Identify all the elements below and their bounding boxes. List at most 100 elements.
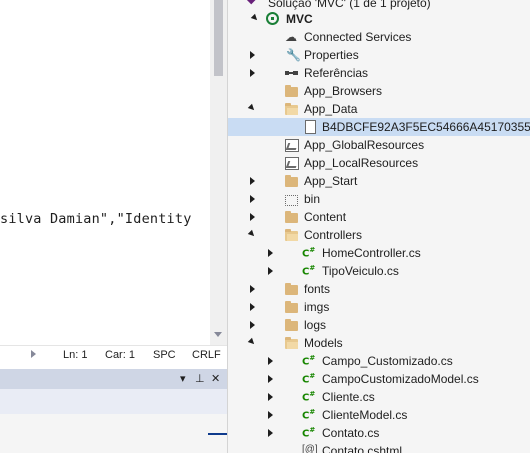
- tree-item[interactable]: C# ClienteModel.cs: [228, 406, 530, 424]
- tree-item-label: ClienteModel.cs: [322, 408, 408, 422]
- collapsed-chevron-icon[interactable]: [250, 51, 255, 59]
- collapsed-chevron-icon[interactable]: [268, 357, 273, 365]
- collapsed-chevron-icon[interactable]: [250, 177, 255, 185]
- tree-item-label: App_Start: [304, 174, 358, 188]
- collapsed-chevron-icon[interactable]: [268, 375, 273, 383]
- tree-item[interactable]: C# HomeController.cs: [228, 244, 530, 262]
- code-line[interactable]: silva Damian","Identity: [0, 211, 192, 227]
- references-icon: [284, 65, 300, 81]
- tree-item[interactable]: logs: [228, 316, 530, 334]
- cloud-icon: ☁: [285, 30, 297, 44]
- collapsed-chevron-icon[interactable]: [250, 321, 255, 329]
- csharp-file-icon: C#: [302, 426, 316, 440]
- editor-status-bar: Ln: 1 Car: 1 SPC CRLF: [0, 345, 227, 364]
- database-file-icon: [302, 119, 318, 135]
- tree-item-label: Properties: [304, 48, 359, 62]
- razor-file-icon: [@]: [302, 444, 318, 453]
- pin-icon[interactable]: ⊥: [195, 372, 205, 385]
- dotted-folder-icon: [284, 191, 300, 207]
- folder-icon: [284, 281, 300, 297]
- tree-item-label: App_Data: [304, 102, 358, 116]
- whitespace-mode: SPC: [153, 349, 176, 361]
- tree-item[interactable]: Content: [228, 208, 530, 226]
- csharp-file-icon: C#: [302, 264, 316, 278]
- scroll-right-arrow-icon[interactable]: [31, 350, 36, 358]
- tree-item[interactable]: 🔧 Properties: [228, 46, 530, 64]
- tree-item[interactable]: C# CampoCustomizadoModel.cs: [228, 370, 530, 388]
- image-folder-icon: [284, 137, 300, 153]
- expanded-chevron-icon[interactable]: [247, 337, 257, 347]
- tree-item-label: Models: [304, 336, 343, 350]
- tree-item[interactable]: imgs: [228, 298, 530, 316]
- tree-item[interactable]: fonts: [228, 280, 530, 298]
- csharp-file-icon: C#: [302, 246, 316, 260]
- collapsed-chevron-icon[interactable]: [250, 303, 255, 311]
- collapsed-chevron-icon[interactable]: [250, 285, 255, 293]
- tree-item[interactable]: Referências: [228, 64, 530, 82]
- tree-item[interactable]: App_LocalResources: [228, 154, 530, 172]
- scrollbar-thumb[interactable]: [214, 0, 223, 76]
- tree-item-label: B4DBCFE92A3F5EC54666A45170355493.: [322, 120, 530, 134]
- code-editor[interactable]: silva Damian","Identity: [0, 0, 210, 345]
- tree-item[interactable]: bin: [228, 190, 530, 208]
- editor-vertical-scrollbar[interactable]: [210, 0, 227, 345]
- tree-item-label: HomeController.cs: [322, 246, 421, 260]
- tree-item-label: App_Browsers: [304, 84, 383, 98]
- active-tab-indicator: [208, 433, 227, 435]
- tree-item-label: TipoVeiculo.cs: [322, 264, 399, 278]
- scroll-down-arrow-icon[interactable]: [214, 332, 222, 337]
- expanded-chevron-icon[interactable]: [247, 229, 257, 239]
- wrench-icon: 🔧: [286, 48, 301, 62]
- folder-icon: [284, 299, 300, 315]
- tree-item-label: Contato.cshtml: [322, 444, 403, 453]
- expanded-chevron-icon[interactable]: [247, 103, 257, 113]
- line-ending: CRLF: [192, 349, 221, 361]
- csharp-file-icon: C#: [302, 354, 316, 368]
- tree-item[interactable]: Models: [228, 334, 530, 352]
- tree-item[interactable]: App_Browsers: [228, 82, 530, 100]
- tree-item[interactable]: C# Cliente.cs: [228, 388, 530, 406]
- collapsed-chevron-icon[interactable]: [268, 411, 273, 419]
- image-folder-icon: [284, 155, 300, 171]
- collapsed-chevron-icon[interactable]: [268, 267, 273, 275]
- solution-explorer[interactable]: ◆ Solução 'MVC' (1 de 1 projeto) MVC ☁ Co…: [227, 0, 530, 453]
- column-indicator: Car: 1: [105, 349, 135, 361]
- collapsed-chevron-icon[interactable]: [268, 249, 273, 257]
- folder-icon: [284, 83, 300, 99]
- tree-item-label: fonts: [304, 282, 331, 296]
- expanded-chevron-icon[interactable]: [250, 13, 260, 23]
- open-folder-icon: [284, 227, 300, 243]
- tree-item[interactable]: App_Data: [228, 100, 530, 118]
- tree-item-label: logs: [304, 318, 327, 332]
- folder-icon: [284, 209, 300, 225]
- tree-item[interactable]: [@] Contato.cshtml: [228, 442, 530, 453]
- dropdown-icon[interactable]: ▾: [180, 372, 186, 385]
- tree-item[interactable]: App_GlobalResources: [228, 136, 530, 154]
- tree-item[interactable]: App_Start: [228, 172, 530, 190]
- tree-item[interactable]: B4DBCFE92A3F5EC54666A45170355493.: [228, 118, 530, 136]
- tool-window-body: [0, 414, 227, 453]
- collapsed-chevron-icon[interactable]: [250, 195, 255, 203]
- tree-item-label: Cliente.cs: [322, 390, 375, 404]
- open-folder-icon: [284, 335, 300, 351]
- csharp-file-icon: C#: [302, 390, 316, 404]
- tree-item-label: App_GlobalResources: [304, 138, 425, 152]
- folder-icon: [284, 317, 300, 333]
- close-icon[interactable]: ✕: [211, 372, 220, 385]
- tree-item[interactable]: Controllers: [228, 226, 530, 244]
- collapsed-chevron-icon[interactable]: [268, 429, 273, 437]
- csharp-file-icon: C#: [302, 408, 316, 422]
- project-node-mvc[interactable]: MVC: [228, 10, 530, 28]
- csharp-file-icon: C#: [302, 372, 316, 386]
- tree-item-label: Content: [304, 210, 347, 224]
- tree-item[interactable]: C# Campo_Customizado.cs: [228, 352, 530, 370]
- collapsed-chevron-icon[interactable]: [268, 393, 273, 401]
- tree-item[interactable]: ☁ Connected Services: [228, 28, 530, 46]
- collapsed-chevron-icon[interactable]: [250, 213, 255, 221]
- tree-item-label: Connected Services: [304, 30, 412, 44]
- tree-item[interactable]: C# TipoVeiculo.cs: [228, 262, 530, 280]
- tree-item[interactable]: C# Contato.cs: [228, 424, 530, 442]
- folder-icon: [284, 173, 300, 189]
- collapsed-chevron-icon[interactable]: [250, 69, 255, 77]
- web-project-icon: [266, 11, 282, 27]
